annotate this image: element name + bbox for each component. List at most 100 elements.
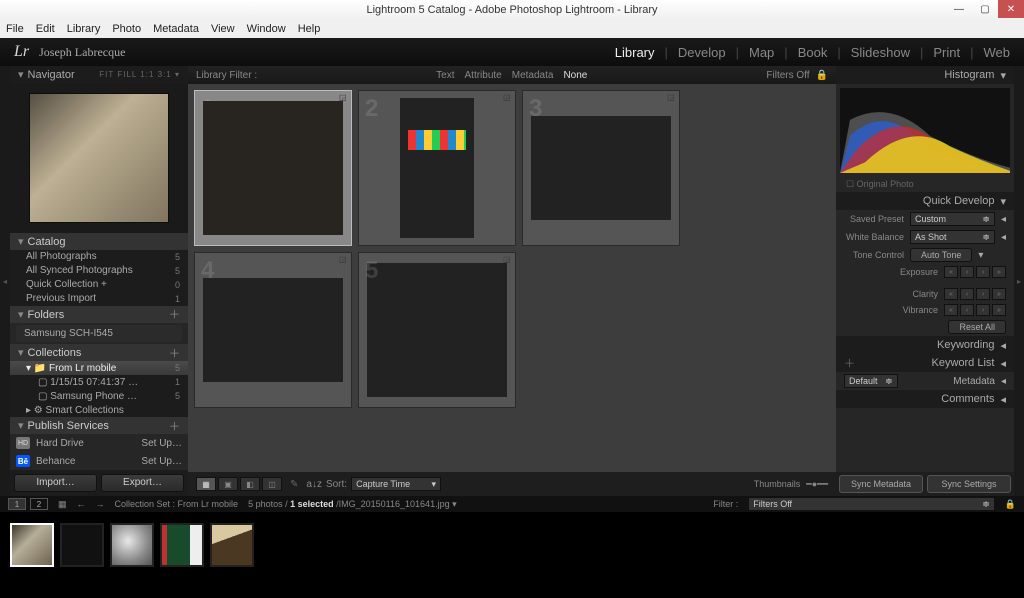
painter-tool-icon[interactable]: ✎ [290, 479, 298, 490]
vibrance-plus2[interactable]: » [992, 304, 1006, 316]
metadata-preset-select[interactable]: Default≑ [844, 374, 898, 388]
filter-none[interactable]: None [563, 70, 587, 81]
filter-lock-icon[interactable]: 🔒 [816, 70, 828, 81]
menu-library[interactable]: Library [67, 23, 101, 35]
menu-window[interactable]: Window [247, 23, 286, 35]
white-balance-select[interactable]: As Shot≑ [910, 230, 995, 244]
collapse-icon[interactable]: ◂ [1001, 232, 1006, 243]
menu-file[interactable]: File [6, 23, 24, 35]
menu-photo[interactable]: Photo [112, 23, 141, 35]
histogram[interactable] [840, 88, 1010, 173]
second-window-button[interactable]: 2 [30, 498, 48, 510]
identity-plate[interactable]: Joseph Labrecque [39, 45, 125, 60]
filmstrip-filter-select[interactable]: Filters Off≑ [748, 497, 995, 511]
grid-cell-3[interactable]: 3◲ [522, 90, 680, 246]
catalog-quick-collection[interactable]: Quick Collection +0 [10, 278, 188, 292]
go-back-icon[interactable]: ← [77, 499, 86, 509]
filmstrip-thumb-4[interactable] [160, 523, 204, 567]
cell-badge-icon[interactable]: ◲ [339, 255, 349, 265]
module-map[interactable]: Map [749, 45, 774, 60]
thumbnail-size-slider[interactable]: ━●━━ [806, 479, 828, 490]
filmstrip-thumb-1[interactable] [10, 523, 54, 567]
add-folder-icon[interactable]: ＋ [169, 306, 180, 322]
exposure-minus2[interactable]: « [944, 266, 958, 278]
sync-settings-button[interactable]: Sync Settings [927, 475, 1011, 493]
collapse-icon[interactable]: ◂ [1001, 214, 1006, 225]
metadata-header[interactable]: Metadata [953, 376, 995, 387]
vibrance-minus1[interactable]: ‹ [960, 304, 974, 316]
module-web[interactable]: Web [984, 45, 1011, 60]
setup-hard-drive[interactable]: Set Up… [141, 438, 182, 449]
module-print[interactable]: Print [933, 45, 960, 60]
grid-mode-icon[interactable]: ▦ [58, 499, 67, 510]
maximize-button[interactable]: ▢ [972, 0, 998, 18]
keyword-list-header[interactable]: ＋Keyword List◂ [836, 354, 1014, 372]
folder-drive[interactable]: Samsung SCH-I545 [16, 325, 182, 343]
compare-view-button[interactable]: ◧ [240, 477, 260, 491]
auto-tone-button[interactable]: Auto Tone [910, 248, 972, 262]
comments-header[interactable]: Comments◂ [836, 390, 1014, 408]
clarity-minus2[interactable]: « [944, 288, 958, 300]
histogram-header[interactable]: Histogram▾ [836, 66, 1014, 84]
grid-cell-5[interactable]: 5◲ [358, 252, 516, 408]
catalog-synced[interactable]: All Synced Photographs5 [10, 264, 188, 278]
module-book[interactable]: Book [798, 45, 828, 60]
module-library[interactable]: Library [615, 45, 655, 60]
collections-header[interactable]: Collections ＋ [10, 344, 188, 361]
import-button[interactable]: Import… [14, 474, 97, 492]
filter-text[interactable]: Text [436, 70, 454, 81]
left-panel-toggle[interactable]: ◂ [0, 66, 10, 496]
collection-samsung[interactable]: ▢ Samsung Phone …5 [10, 389, 188, 403]
loupe-view-button[interactable]: ▣ [218, 477, 238, 491]
survey-view-button[interactable]: ◫ [262, 477, 282, 491]
filmstrip-thumb-5[interactable] [210, 523, 254, 567]
publish-behance[interactable]: BēBehance Set Up… [10, 452, 188, 470]
cell-badge-icon[interactable]: ◲ [503, 93, 513, 103]
right-panel-toggle[interactable]: ▸ [1014, 66, 1024, 496]
sort-field-select[interactable]: Capture Time▾ [351, 477, 441, 491]
exposure-minus1[interactable]: ‹ [960, 266, 974, 278]
vibrance-minus2[interactable]: « [944, 304, 958, 316]
setup-behance[interactable]: Set Up… [141, 456, 182, 467]
go-forward-icon[interactable]: → [96, 499, 105, 509]
vibrance-plus1[interactable]: › [976, 304, 990, 316]
main-window-button[interactable]: 1 [8, 498, 26, 510]
filmstrip-thumb-3[interactable] [110, 523, 154, 567]
clarity-minus1[interactable]: ‹ [960, 288, 974, 300]
navigator-header[interactable]: Navigator FIT FILL 1:1 3:1 ▾ [10, 66, 188, 84]
sync-metadata-button[interactable]: Sync Metadata [839, 475, 923, 493]
publish-hard-drive[interactable]: HDHard Drive Set Up… [10, 434, 188, 452]
collection-from-lr-mobile[interactable]: ▾ 📁 From Lr mobile5 [10, 361, 188, 375]
quick-develop-header[interactable]: Quick Develop▾ [836, 192, 1014, 210]
sort-direction-icon[interactable]: a↓z [306, 479, 322, 490]
folders-header[interactable]: Folders ＋ [10, 306, 188, 323]
filters-off-label[interactable]: Filters Off [766, 70, 809, 81]
exposure-plus1[interactable]: › [976, 266, 990, 278]
cell-badge-icon[interactable]: ◲ [503, 255, 513, 265]
reset-all-button[interactable]: Reset All [948, 320, 1006, 334]
menu-view[interactable]: View [211, 23, 235, 35]
menu-help[interactable]: Help [298, 23, 321, 35]
breadcrumb[interactable]: Collection Set : From Lr mobile [115, 499, 239, 509]
catalog-previous-import[interactable]: Previous Import1 [10, 292, 188, 306]
menu-metadata[interactable]: Metadata [153, 23, 199, 35]
breadcrumb-dropdown-icon[interactable]: ▾ [452, 499, 457, 509]
thumbnail-grid[interactable]: 1◲ 2◲ 3◲ 4◲ 5◲ [188, 84, 836, 472]
original-photo-toggle[interactable]: ☐ Original Photo [836, 177, 1014, 192]
export-button[interactable]: Export… [101, 474, 184, 492]
collapse-icon[interactable]: ▾ [978, 250, 983, 261]
catalog-header[interactable]: Catalog [10, 233, 188, 250]
navigator-preview[interactable] [10, 84, 188, 233]
clarity-plus1[interactable]: › [976, 288, 990, 300]
filter-metadata[interactable]: Metadata [512, 70, 554, 81]
saved-preset-select[interactable]: Custom≑ [910, 212, 995, 226]
minimize-button[interactable]: — [946, 0, 972, 18]
grid-cell-2[interactable]: 2◲ [358, 90, 516, 246]
filmstrip-thumb-2[interactable] [60, 523, 104, 567]
clarity-plus2[interactable]: » [992, 288, 1006, 300]
cell-badge-icon[interactable]: ◲ [667, 93, 677, 103]
module-slideshow[interactable]: Slideshow [851, 45, 910, 60]
grid-cell-1[interactable]: 1◲ [194, 90, 352, 246]
cell-badge-icon[interactable]: ◲ [339, 93, 349, 103]
filter-attribute[interactable]: Attribute [465, 70, 502, 81]
